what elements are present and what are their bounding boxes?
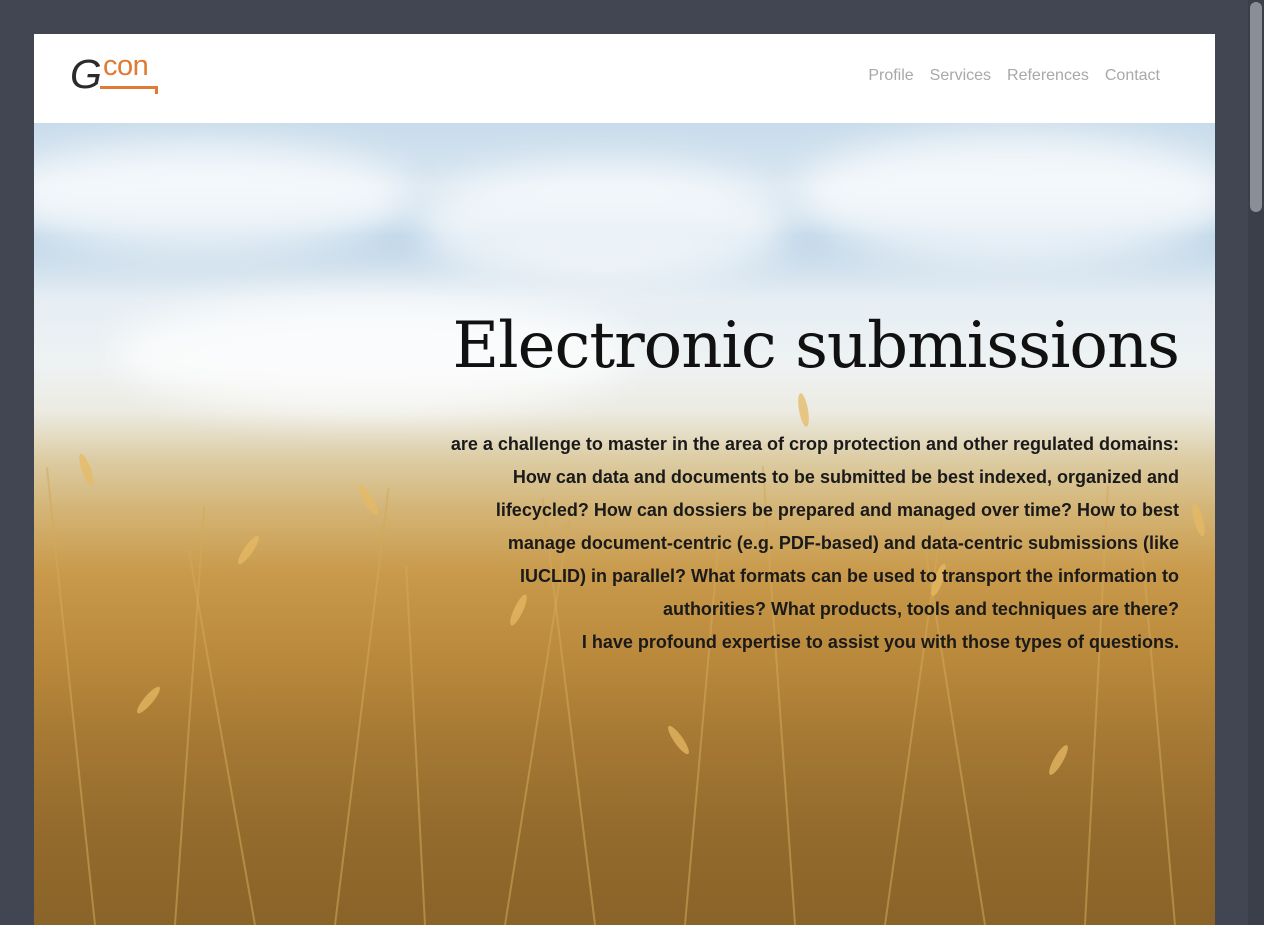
logo-suffix: con (103, 50, 149, 82)
nav-profile[interactable]: Profile (868, 67, 913, 85)
browser-viewport: G con Profile Services References Contac… (0, 0, 1264, 925)
logo-underline (100, 86, 158, 89)
cloud-shape (414, 163, 794, 283)
cloud-shape (794, 133, 1215, 263)
hero-title: Electronic submissions (452, 309, 1180, 383)
page-scrollbar[interactable] (1248, 0, 1264, 925)
wheat-ear (665, 723, 692, 757)
cloud-shape (34, 143, 414, 253)
hero-description-closing: I have profound expertise to assist you … (581, 632, 1179, 652)
wheat-ear (1046, 743, 1071, 777)
main-nav: Profile Services References Contact (868, 67, 1160, 85)
wheat-ear (1189, 502, 1208, 538)
nav-references[interactable]: References (1007, 67, 1089, 85)
logo-underline-hook (155, 86, 158, 94)
page: G con Profile Services References Contac… (34, 34, 1215, 925)
logo-letter: G (70, 51, 102, 97)
nav-contact[interactable]: Contact (1105, 67, 1160, 85)
hero-section: Electronic submissions are a challenge t… (34, 123, 1215, 925)
hero-description-main: are a challenge to master in the area of… (450, 434, 1179, 619)
scrollbar-thumb[interactable] (1250, 2, 1262, 212)
wheat-stalk (45, 467, 96, 925)
hero-description: are a challenge to master in the area of… (439, 428, 1179, 659)
gcon-logo[interactable]: G con (70, 52, 166, 100)
wheat-ear (796, 392, 811, 428)
nav-services[interactable]: Services (930, 67, 991, 85)
wheat-stalk (188, 550, 256, 925)
wheat-ear (235, 533, 262, 567)
wheat-ear (356, 483, 381, 517)
wheat-stalk (334, 488, 390, 925)
wheat-stalk (174, 505, 206, 925)
wheat-stalk (405, 565, 426, 925)
wheat-ear (76, 452, 97, 488)
site-header: G con Profile Services References Contac… (34, 34, 1215, 123)
wheat-ear (134, 684, 163, 716)
